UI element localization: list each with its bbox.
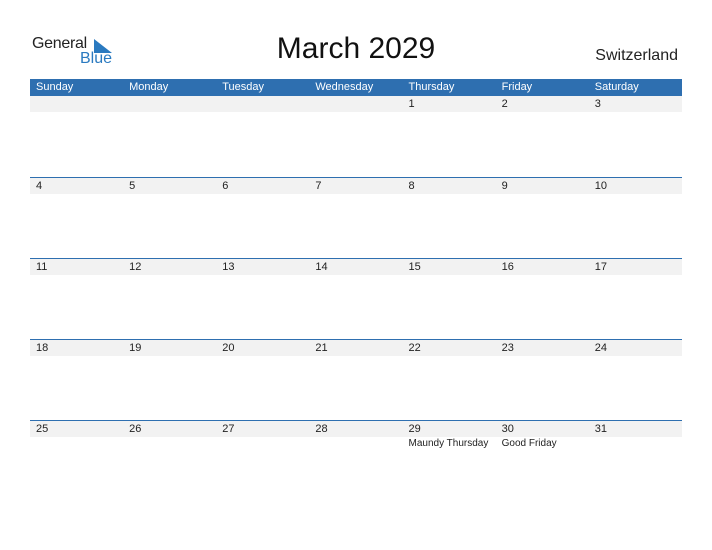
calendar-grid: Sunday Monday Tuesday Wednesday Thursday… bbox=[30, 79, 682, 501]
weekday-header: Sunday Monday Tuesday Wednesday Thursday… bbox=[30, 79, 682, 96]
holiday-label bbox=[216, 437, 309, 451]
day-number: 27 bbox=[222, 423, 235, 435]
holiday-row: Maundy Thursday Good Friday bbox=[30, 437, 682, 451]
week-row: 11 12 13 14 15 16 17 bbox=[30, 258, 682, 339]
week-row: 18 19 20 21 22 23 24 bbox=[30, 339, 682, 420]
day-number bbox=[30, 96, 123, 112]
day-number: 28 bbox=[315, 423, 328, 435]
day-number: 24 bbox=[594, 342, 607, 354]
week-row: 25 26 27 28 29 30 31 Maundy Thursday Good Friday bbox=[30, 420, 682, 501]
weekday-sunday: Sunday bbox=[36, 81, 74, 93]
day-number: 26 bbox=[129, 423, 142, 435]
day-number: 5 bbox=[129, 180, 136, 192]
day-number-bar: 18 19 20 21 22 23 24 bbox=[30, 340, 682, 356]
week-row: 4 5 6 7 8 9 10 bbox=[30, 177, 682, 258]
weekday-tuesday: Tuesday bbox=[222, 81, 265, 93]
day-number bbox=[216, 96, 309, 112]
holiday-label: Good Friday bbox=[501, 438, 557, 449]
day-number: 31 bbox=[594, 423, 607, 435]
country-label: Switzerland bbox=[595, 47, 678, 64]
day-number: 19 bbox=[129, 342, 142, 354]
day-number: 21 bbox=[315, 342, 328, 354]
day-number: 16 bbox=[501, 261, 514, 273]
weekday-monday: Monday bbox=[129, 81, 169, 93]
holiday-label: Maundy Thursday bbox=[408, 438, 489, 449]
day-number: 22 bbox=[408, 342, 421, 354]
day-number: 17 bbox=[594, 261, 607, 273]
weekday-friday: Friday bbox=[501, 81, 533, 93]
day-number: 7 bbox=[315, 180, 322, 192]
day-number bbox=[123, 96, 216, 112]
day-number: 25 bbox=[36, 423, 49, 435]
day-number: 8 bbox=[408, 180, 415, 192]
holiday-label bbox=[123, 437, 216, 451]
day-number bbox=[309, 96, 402, 112]
weekday-wednesday: Wednesday bbox=[315, 81, 374, 93]
day-number: 13 bbox=[222, 261, 235, 273]
day-number: 6 bbox=[222, 180, 229, 192]
day-number-bar: 1 2 3 bbox=[30, 96, 682, 112]
weekday-thursday: Thursday bbox=[408, 81, 455, 93]
day-number: 4 bbox=[36, 180, 43, 192]
day-number-bar: 25 26 27 28 29 30 31 bbox=[30, 421, 682, 437]
day-number: 3 bbox=[594, 98, 601, 110]
day-number: 10 bbox=[594, 180, 607, 192]
holiday-label bbox=[30, 437, 123, 451]
holiday-label bbox=[589, 437, 682, 451]
day-number: 18 bbox=[36, 342, 49, 354]
day-number: 20 bbox=[222, 342, 235, 354]
day-number: 14 bbox=[315, 261, 328, 273]
day-number-bar: 11 12 13 14 15 16 17 bbox=[30, 259, 682, 275]
day-number: 29 bbox=[408, 423, 421, 435]
day-number: 2 bbox=[501, 98, 508, 110]
week-row: 1 2 3 bbox=[30, 96, 682, 177]
day-number: 23 bbox=[501, 342, 514, 354]
day-number: 15 bbox=[408, 261, 421, 273]
day-number-bar: 4 5 6 7 8 9 10 bbox=[30, 178, 682, 194]
day-number: 9 bbox=[501, 180, 508, 192]
day-number: 1 bbox=[408, 98, 415, 110]
day-number: 11 bbox=[36, 261, 48, 273]
day-number: 30 bbox=[501, 423, 514, 435]
weekday-saturday: Saturday bbox=[594, 81, 639, 93]
holiday-label bbox=[309, 437, 402, 451]
day-number: 12 bbox=[129, 261, 142, 273]
